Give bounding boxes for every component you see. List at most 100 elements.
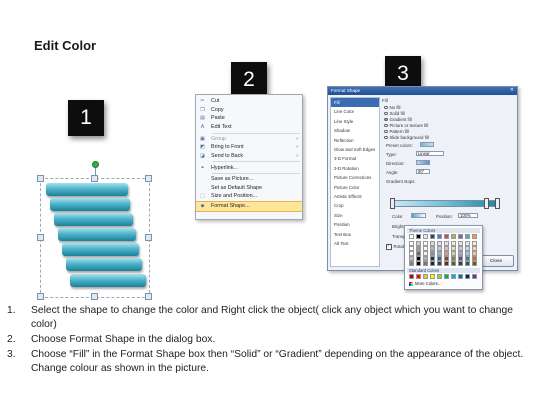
theme-color-swatch[interactable] <box>465 241 470 246</box>
resize-handle-ml[interactable] <box>37 234 44 241</box>
menu-item-set-default-shape[interactable]: Set as Default Shape <box>196 183 302 192</box>
resize-handle-bl[interactable] <box>37 293 44 300</box>
theme-color-swatch[interactable] <box>437 256 442 261</box>
theme-color-swatch[interactable] <box>437 251 442 256</box>
menu-item-send-to-back[interactable]: ◪ Send to Back › <box>196 152 302 161</box>
category-reflection[interactable]: Reflection <box>331 136 379 145</box>
preset-colors-dropdown[interactable] <box>420 142 434 147</box>
type-dropdown[interactable]: Linear <box>416 151 444 156</box>
resize-handle-bc[interactable] <box>91 293 98 300</box>
menu-item-save-as-picture[interactable]: Save as Picture... <box>196 175 302 184</box>
theme-color-swatch[interactable] <box>416 256 421 261</box>
standard-color-swatch[interactable] <box>416 274 421 279</box>
theme-color-swatch[interactable] <box>423 256 428 261</box>
theme-color-swatch[interactable] <box>458 234 463 239</box>
theme-color-swatch[interactable] <box>472 256 477 261</box>
gradient-stop-handle[interactable] <box>495 198 500 209</box>
shape-bar[interactable] <box>46 183 128 196</box>
menu-item-cut[interactable]: ✂ Cut <box>196 97 302 106</box>
menu-item-hyperlink[interactable]: ⚭ Hyperlink... <box>196 163 302 172</box>
category-shadow[interactable]: Shadow <box>331 126 379 135</box>
category-text-box[interactable]: Text Box <box>331 230 379 239</box>
theme-color-swatch[interactable] <box>409 261 414 266</box>
resize-handle-tr[interactable] <box>145 175 152 182</box>
theme-color-swatch[interactable] <box>472 261 477 266</box>
shape-bar[interactable] <box>66 258 142 271</box>
standard-color-swatch[interactable] <box>444 274 449 279</box>
theme-color-swatch[interactable] <box>437 234 442 239</box>
theme-color-swatch[interactable] <box>458 256 463 261</box>
theme-color-swatch[interactable] <box>409 241 414 246</box>
theme-color-swatch[interactable] <box>444 251 449 256</box>
theme-color-swatch[interactable] <box>430 234 435 239</box>
theme-color-swatch[interactable] <box>409 256 414 261</box>
fill-option-slide-background[interactable]: Slide background fill <box>384 135 429 140</box>
theme-color-swatch[interactable] <box>409 234 414 239</box>
fill-option-pattern[interactable]: Pattern fill <box>384 129 409 134</box>
theme-color-swatch[interactable] <box>444 241 449 246</box>
more-colors-link[interactable]: More Colors... <box>409 281 441 286</box>
fill-option-picture[interactable]: Picture or texture fill <box>384 123 428 128</box>
category-artistic-effects[interactable]: Artistic Effects <box>331 192 379 201</box>
theme-color-swatch[interactable] <box>472 241 477 246</box>
theme-color-swatch[interactable] <box>423 261 428 266</box>
shape-bar[interactable] <box>70 274 146 287</box>
theme-color-swatch[interactable] <box>416 241 421 246</box>
theme-color-swatch[interactable] <box>430 241 435 246</box>
category-3d-format[interactable]: 3-D Format <box>331 154 379 163</box>
theme-color-swatch[interactable] <box>423 251 428 256</box>
theme-color-swatch[interactable] <box>458 251 463 256</box>
theme-color-swatch[interactable] <box>409 246 414 251</box>
theme-color-swatch[interactable] <box>472 251 477 256</box>
resize-handle-tl[interactable] <box>37 175 44 182</box>
close-icon[interactable]: ✕ <box>510 87 514 93</box>
angle-input[interactable]: 90° <box>416 169 430 174</box>
theme-color-swatch[interactable] <box>409 251 414 256</box>
theme-color-swatch[interactable] <box>451 261 456 266</box>
category-crop[interactable]: Crop <box>331 201 379 210</box>
theme-color-swatch[interactable] <box>416 251 421 256</box>
direction-dropdown[interactable] <box>416 160 430 165</box>
theme-color-swatch[interactable] <box>465 234 470 239</box>
menu-item-edit-text[interactable]: A Edit Text <box>196 123 302 132</box>
standard-color-swatch[interactable] <box>451 274 456 279</box>
theme-color-swatch[interactable] <box>465 246 470 251</box>
standard-color-swatch[interactable] <box>409 274 414 279</box>
theme-color-swatch[interactable] <box>451 256 456 261</box>
theme-color-swatch[interactable] <box>444 256 449 261</box>
menu-item-paste[interactable]: ▤ Paste <box>196 114 302 123</box>
resize-handle-mr[interactable] <box>145 234 152 241</box>
theme-color-swatch[interactable] <box>423 234 428 239</box>
theme-color-swatch[interactable] <box>416 261 421 266</box>
theme-color-swatch[interactable] <box>472 234 477 239</box>
theme-color-swatch[interactable] <box>458 261 463 266</box>
category-line-color[interactable]: Line Color <box>331 107 379 116</box>
gradient-stop-handle[interactable] <box>390 198 395 209</box>
theme-color-swatch[interactable] <box>458 246 463 251</box>
fill-option-solid[interactable]: Solid fill <box>384 111 405 116</box>
shape-bar[interactable] <box>62 243 139 256</box>
theme-color-swatch[interactable] <box>416 246 421 251</box>
theme-color-swatch[interactable] <box>451 241 456 246</box>
color-dropdown[interactable] <box>411 213 426 218</box>
theme-color-swatch[interactable] <box>437 261 442 266</box>
standard-color-swatch[interactable] <box>465 274 470 279</box>
theme-color-swatch[interactable] <box>465 261 470 266</box>
standard-color-swatch[interactable] <box>437 274 442 279</box>
theme-color-swatch[interactable] <box>437 241 442 246</box>
theme-color-swatch[interactable] <box>430 246 435 251</box>
category-picture-corrections[interactable]: Picture Corrections <box>331 173 379 182</box>
fill-option-gradient[interactable]: Gradient fill <box>384 117 412 122</box>
theme-color-swatch[interactable] <box>465 251 470 256</box>
category-position[interactable]: Position <box>331 220 379 229</box>
gradient-stop-handle[interactable] <box>484 198 489 209</box>
theme-color-swatch[interactable] <box>465 256 470 261</box>
theme-color-swatch[interactable] <box>458 241 463 246</box>
fill-option-none[interactable]: No fill <box>384 105 400 110</box>
menu-item-size-and-position[interactable]: ⬚ Size and Position... <box>196 192 302 201</box>
theme-color-swatch[interactable] <box>423 241 428 246</box>
category-3d-rotation[interactable]: 3-D Rotation <box>331 164 379 173</box>
resize-handle-br[interactable] <box>145 293 152 300</box>
standard-color-swatch[interactable] <box>423 274 428 279</box>
shape-bar[interactable] <box>50 198 130 211</box>
